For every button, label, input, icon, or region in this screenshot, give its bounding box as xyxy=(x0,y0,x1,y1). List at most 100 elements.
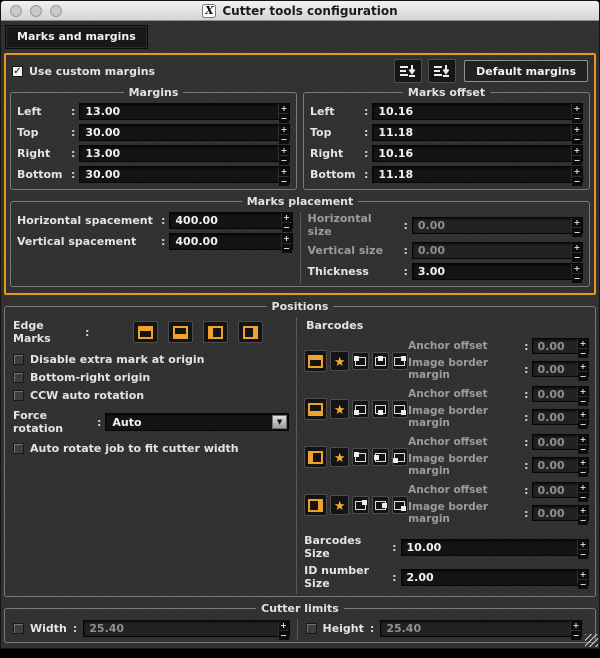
export-margins-preset-button[interactable] xyxy=(428,59,457,83)
use-custom-margins-option[interactable]: ✓ Use custom margins xyxy=(12,65,155,78)
spin-up-button[interactable]: + xyxy=(281,234,292,244)
marks-placement-left: Horizontal spacement 400.00 +− Vertical … xyxy=(17,212,301,284)
edge-mark-left-button[interactable] xyxy=(203,321,229,343)
image-border-margin-value: 0.00 xyxy=(537,507,565,520)
barcode-right-edge-button[interactable] xyxy=(304,494,328,516)
spin-down-button[interactable]: − xyxy=(578,579,588,589)
spin-up-button[interactable]: + xyxy=(572,125,582,135)
barcode-top-star-button[interactable]: ★ xyxy=(330,351,350,371)
anchor-offset-label: Anchor offset xyxy=(408,484,488,496)
disable-extra-mark-label: Disable extra mark at origin xyxy=(30,353,205,366)
spin-up-button[interactable]: + xyxy=(572,167,582,177)
edge-mark-right-button[interactable] xyxy=(238,321,264,343)
auto-rotate-job-label: Auto rotate job to fit cutter width xyxy=(30,442,239,455)
margin-top-spinbox[interactable]: 30.00 + − xyxy=(79,124,290,144)
spin-down-button[interactable]: − xyxy=(572,135,582,144)
barcode-top-left-pos-button[interactable] xyxy=(352,352,369,370)
vertical-size-value: 0.00 xyxy=(417,244,446,257)
cutter-height-checkbox[interactable]: ✓ xyxy=(305,623,317,634)
barcode-row-right: ★ Anchor offset 0.00 +− xyxy=(304,482,589,528)
star-icon: ★ xyxy=(333,449,346,465)
barcode-left-bottom-pos-button[interactable] xyxy=(391,448,409,466)
spin-down-button[interactable]: − xyxy=(578,549,588,559)
ccw-auto-rotation-option[interactable]: ✓ CCW auto rotation xyxy=(13,389,289,402)
spin-down-button[interactable]: − xyxy=(279,135,289,144)
margin-bottom-spinbox[interactable]: 30.00 + − xyxy=(79,166,290,186)
use-custom-margins-label: Use custom margins xyxy=(29,64,156,78)
spin-down-button[interactable]: − xyxy=(572,114,582,123)
margin-left-spinbox[interactable]: 13.00 + − xyxy=(79,103,290,123)
barcode-bottom-edge-button[interactable] xyxy=(304,398,328,420)
separator xyxy=(392,541,396,554)
barcode-bottom-star-button[interactable]: ★ xyxy=(330,399,350,419)
spin-down-button[interactable]: − xyxy=(572,177,582,186)
barcode-top-center-pos-button[interactable] xyxy=(371,352,389,370)
marks-offset-left-spinbox[interactable]: 10.16 + − xyxy=(372,103,583,123)
disable-extra-mark-option[interactable]: ✓ Disable extra mark at origin xyxy=(13,353,289,366)
spin-up-button[interactable]: + xyxy=(578,539,588,550)
margin-right-spinbox[interactable]: 13.00 + − xyxy=(79,145,290,165)
spin-down-button[interactable]: − xyxy=(572,156,582,165)
close-window-button[interactable] xyxy=(10,4,22,17)
barcode-bottom-right-pos-button[interactable] xyxy=(391,400,409,418)
barcodes-size-spinbox[interactable]: 10.00 + − xyxy=(400,538,589,559)
thickness-spinbox[interactable]: 3.00 + − xyxy=(411,263,583,283)
chevron-down-icon[interactable]: ▼ xyxy=(272,415,288,429)
barcode-right-center-pos-button[interactable] xyxy=(371,496,389,514)
spin-up-button: + xyxy=(278,621,289,631)
spin-down-button[interactable]: − xyxy=(281,244,292,253)
default-margins-button[interactable]: Default margins xyxy=(464,60,588,82)
id-number-size-spinbox[interactable]: 2.00 + − xyxy=(400,568,589,589)
titlebar[interactable]: X Cutter tools configuration xyxy=(1,1,599,21)
barcode-right-top-pos-button[interactable] xyxy=(352,496,369,514)
use-custom-margins-checkbox[interactable]: ✓ xyxy=(12,65,23,77)
barcode-right-bottom-pos-button[interactable] xyxy=(391,496,409,514)
barcode-bottom-left-pos-button[interactable] xyxy=(352,400,369,418)
bottom-right-origin-option[interactable]: ✓ Bottom-right origin xyxy=(13,371,289,384)
import-margins-preset-button[interactable] xyxy=(394,59,423,83)
barcode-right-star-button[interactable]: ★ xyxy=(330,495,350,515)
ccw-auto-rotation-checkbox[interactable]: ✓ xyxy=(13,390,24,401)
barcode-left-top-pos-button[interactable] xyxy=(352,448,369,466)
spin-up-button[interactable]: + xyxy=(279,104,289,114)
spin-down-button[interactable]: − xyxy=(279,114,289,123)
marks-offset-right-spinbox[interactable]: 10.16 + − xyxy=(372,145,583,165)
barcode-top-edge-button[interactable] xyxy=(304,350,328,372)
separator xyxy=(364,105,368,118)
spin-up-button[interactable]: + xyxy=(279,146,289,156)
vertical-spacement-spinbox[interactable]: 400.00 + − xyxy=(169,233,293,253)
auto-rotate-job-option[interactable]: ✓ Auto rotate job to fit cutter width xyxy=(13,442,289,455)
spin-down-button[interactable]: − xyxy=(281,223,292,232)
tab-marks-and-margins[interactable]: Marks and margins xyxy=(5,25,148,49)
spin-down-button[interactable]: − xyxy=(279,177,289,186)
resize-grip[interactable] xyxy=(585,634,598,647)
force-rotation-dropdown[interactable]: Auto ▼ xyxy=(105,413,290,431)
edge-mark-bottom-button[interactable] xyxy=(168,321,194,343)
minimize-window-button[interactable] xyxy=(30,4,42,17)
disable-extra-mark-checkbox[interactable]: ✓ xyxy=(13,354,24,365)
bottom-right-origin-checkbox[interactable]: ✓ xyxy=(13,372,24,383)
spin-up-button[interactable]: + xyxy=(578,569,588,580)
spin-up-button[interactable]: + xyxy=(281,213,292,223)
barcode-top-right-pos-button[interactable] xyxy=(391,352,409,370)
horizontal-spacement-spinbox[interactable]: 400.00 + − xyxy=(169,212,293,232)
barcode-left-star-button[interactable]: ★ xyxy=(330,447,350,467)
barcode-left-edge-button[interactable] xyxy=(304,446,328,468)
barcode-left-center-pos-button[interactable] xyxy=(371,448,389,466)
spin-up-button[interactable]: + xyxy=(572,146,582,156)
edge-mark-top-button[interactable] xyxy=(133,321,159,343)
spin-up-button[interactable]: + xyxy=(572,264,582,274)
spin-up-button[interactable]: + xyxy=(279,167,289,177)
spin-down-button: − xyxy=(578,397,588,406)
auto-rotate-job-checkbox[interactable]: ✓ xyxy=(13,443,24,454)
spin-up-button[interactable]: + xyxy=(572,104,582,114)
cutter-width-checkbox[interactable]: ✓ xyxy=(13,623,24,634)
barcode-bottom-center-pos-button[interactable] xyxy=(371,400,389,418)
spin-down-button[interactable]: − xyxy=(572,274,582,283)
zoom-window-button[interactable] xyxy=(50,4,62,17)
spin-down-button[interactable]: − xyxy=(279,156,289,165)
image-border-margin-spinbox: 0.00 + − xyxy=(531,361,589,381)
marks-offset-bottom-spinbox[interactable]: 11.18 + − xyxy=(372,166,583,186)
marks-offset-top-spinbox[interactable]: 11.18 + − xyxy=(372,124,583,144)
spin-up-button[interactable]: + xyxy=(279,125,289,135)
